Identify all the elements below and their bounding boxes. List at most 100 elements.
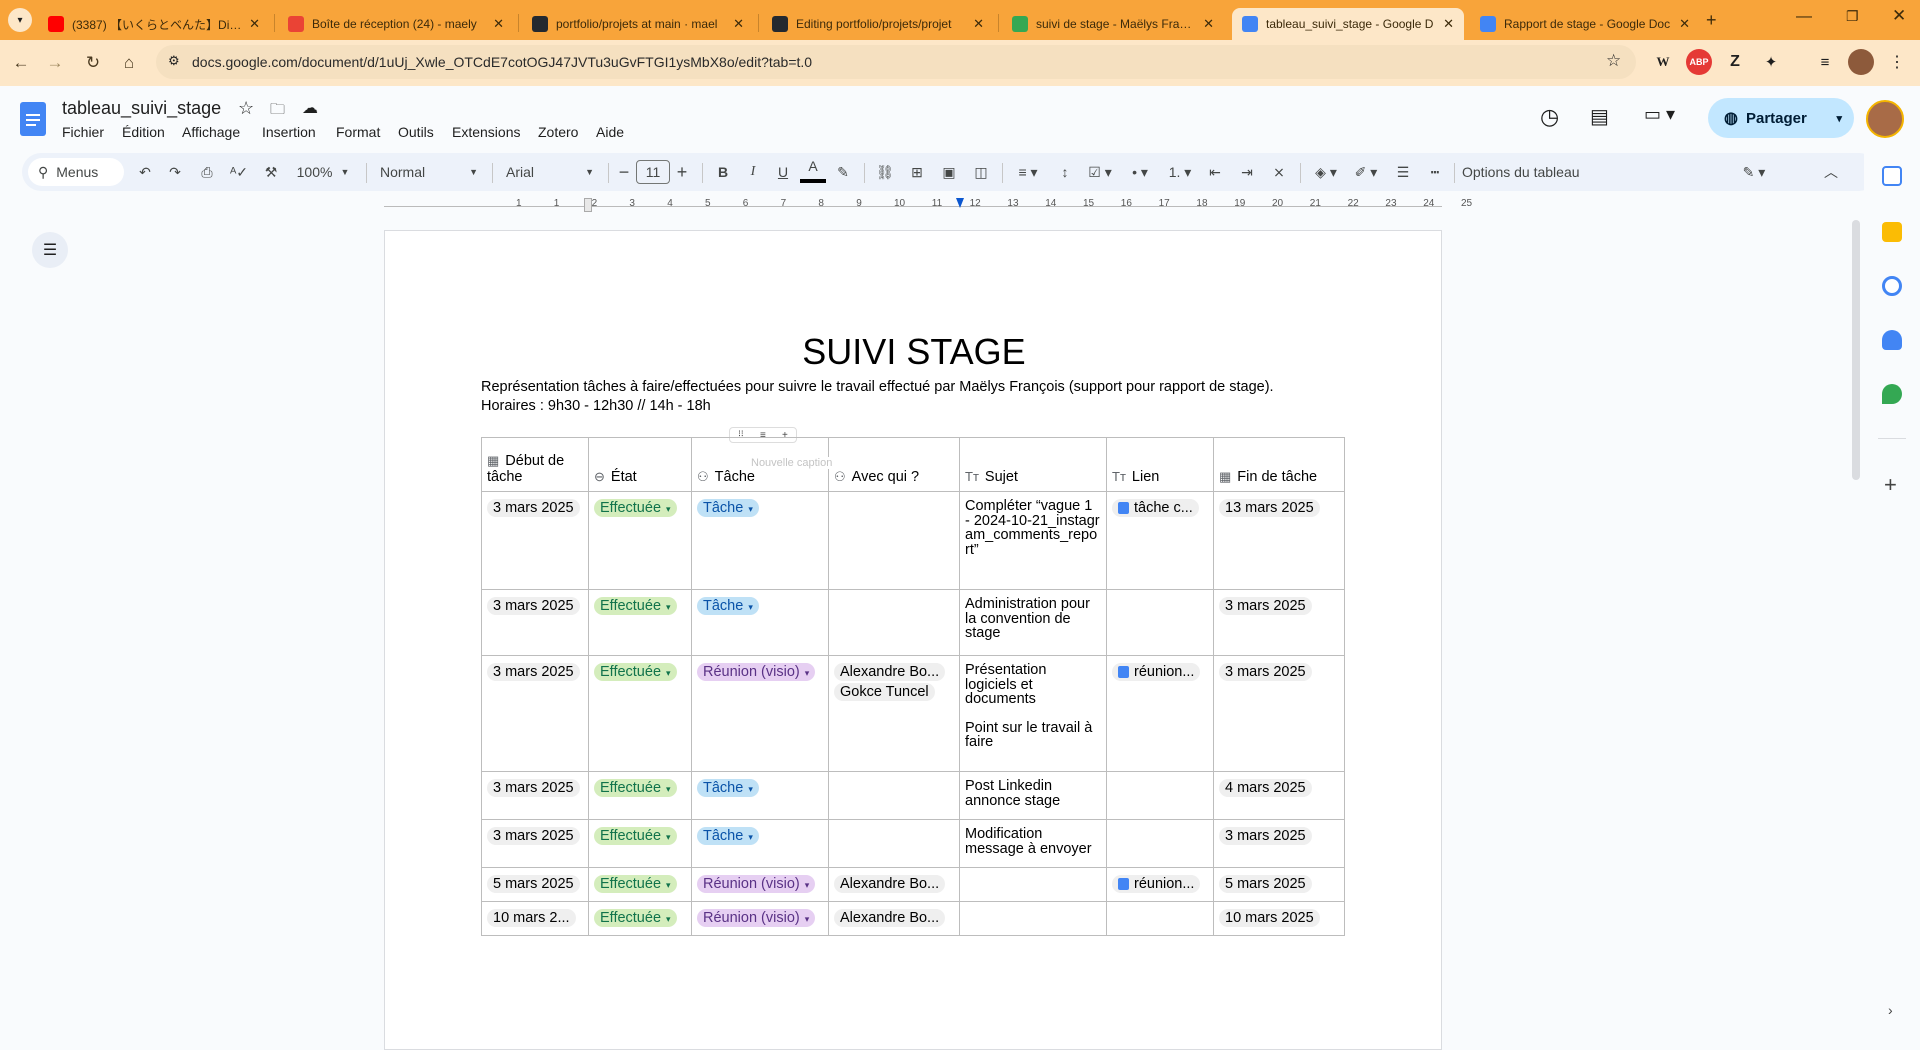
table-cell[interactable]: Effectuée ▾ [588,655,692,772]
increase-indent-icon[interactable]: ⇥ [1234,153,1260,191]
menu-fichier[interactable]: Fichier [62,124,104,140]
move-folder-icon[interactable]: 🗀 [270,99,285,124]
date-chip[interactable]: 3 mars 2025 [1219,597,1312,615]
menu-affichage[interactable]: Affichage [182,124,240,140]
close-tab-icon[interactable]: ✕ [1203,16,1214,32]
table-cell[interactable] [828,491,960,590]
add-addon-icon[interactable]: + [1884,472,1897,498]
table-cell[interactable]: Tâche ▾ [691,819,829,868]
maps-app-icon[interactable] [1882,384,1902,404]
table-cell[interactable]: 3 mars 2025 [481,589,589,656]
close-tab-icon[interactable]: ✕ [1679,16,1690,32]
task-type-chip[interactable]: Tâche ▾ [697,597,759,615]
table-options-button[interactable]: Options du tableau [1462,153,1592,191]
date-chip[interactable]: 13 mars 2025 [1219,499,1320,517]
insert-comment-icon[interactable]: ⊞ [904,153,930,191]
underline-button[interactable]: U [770,153,796,191]
home-button[interactable]: ⌂ [114,48,144,78]
close-window-button[interactable]: ✕ [1892,6,1906,26]
reload-button[interactable]: ↻ [78,48,108,78]
date-chip[interactable]: 10 mars 2025 [1219,909,1320,927]
back-button[interactable]: ← [6,48,36,78]
increase-font-size-button[interactable]: + [672,153,692,191]
table-cell[interactable]: Modification message à envoyer [959,819,1107,868]
table-cell[interactable]: 3 mars 2025 [1213,589,1345,656]
collapse-panel-icon[interactable]: › [1888,1002,1893,1018]
text-color-button[interactable]: A [800,153,826,183]
table-cell[interactable] [959,867,1107,902]
browser-tab-drive[interactable]: suivi de stage - Maëlys Françoi ✕ [1002,8,1224,40]
tracking-table[interactable]: ▦ Début de tâche ⊖ État ⚇ Tâche ⚇ Avec qui ? Tт S… [481,437,1345,936]
table-cell[interactable]: 10 mars 2025 [1213,901,1345,936]
zotero-extension-icon[interactable]: Z [1722,49,1748,75]
table-cell[interactable]: Effectuée ▾ [588,819,692,868]
table-cell[interactable]: 13 mars 2025 [1213,491,1345,590]
task-type-chip[interactable]: Réunion (visio) ▾ [697,909,816,927]
italic-button[interactable]: I [740,153,766,191]
table-cell[interactable] [1106,819,1214,868]
table-cell[interactable] [959,901,1107,936]
table-cell[interactable] [1106,901,1214,936]
font-size-input[interactable]: 11 [636,160,670,184]
share-dropdown-icon[interactable]: ▾ [1836,112,1842,125]
task-type-chip[interactable]: Réunion (visio) ▾ [697,663,816,681]
browser-tab-docs[interactable]: tableau_suivi_stage - Google D ✕ [1232,8,1464,40]
date-chip[interactable]: 5 mars 2025 [487,875,580,893]
table-cell[interactable]: Post Linkedin annonce stage [959,771,1107,820]
align-icon[interactable]: ≡ ▾ [1010,153,1046,191]
date-chip[interactable]: 3 mars 2025 [487,663,580,681]
menu-extensions[interactable]: Extensions [452,124,520,140]
table-cell[interactable]: Alexandre Bo... Gokce Tuncel [828,655,960,772]
person-chip[interactable]: Alexandre Bo... [834,663,946,681]
table-cell[interactable] [828,771,960,820]
table-cell[interactable] [1106,589,1214,656]
star-icon[interactable]: ☆ [238,98,254,119]
media-controls-icon[interactable]: ≡ [1812,49,1838,75]
doc-link-chip[interactable]: réunion... [1112,875,1201,893]
table-cell[interactable]: 5 mars 2025 [1213,867,1345,902]
line-spacing-icon[interactable]: ↕ [1052,153,1078,191]
print-icon[interactable]: ⎙ [194,153,220,191]
menu-zotero[interactable]: Zotero [538,124,578,140]
table-cell[interactable]: Réunion (visio) ▾ [691,867,829,902]
status-chip[interactable]: Effectuée ▾ [594,499,677,517]
doc-link-chip[interactable]: tâche c... [1112,499,1199,517]
date-chip[interactable]: 3 mars 2025 [487,499,580,517]
status-chip[interactable]: Effectuée ▾ [594,875,677,893]
border-width-icon[interactable]: ☰ [1390,153,1416,191]
calendar-app-icon[interactable] [1882,166,1902,186]
person-chip[interactable]: Gokce Tuncel [834,683,935,701]
status-chip[interactable]: Effectuée ▾ [594,827,677,845]
paint-format-icon[interactable]: ⚒ [258,153,284,191]
minimize-button[interactable]: — [1796,8,1812,26]
close-tab-icon[interactable]: ✕ [1443,16,1454,32]
document-outline-button[interactable]: ☰ [32,232,68,268]
site-info-icon[interactable]: ⚙ [168,53,180,69]
close-tab-icon[interactable]: ✕ [733,16,744,32]
table-cell[interactable] [828,589,960,656]
date-chip[interactable]: 3 mars 2025 [1219,663,1312,681]
spellcheck-icon[interactable]: ᴬ✓ [226,153,252,191]
table-cell[interactable]: Tâche ▾ [691,771,829,820]
zoom-select[interactable]: 100% ▼ [290,153,356,191]
doc-link-chip[interactable]: réunion... [1112,663,1201,681]
font-select[interactable]: Arial ▼ [500,153,600,191]
menu-outils[interactable]: Outils [398,124,434,140]
border-color-icon[interactable]: ✐ ▾ [1348,153,1384,191]
hide-menus-icon[interactable]: ︿ [1818,153,1844,191]
document-title[interactable]: tableau_suivi_stage [62,98,221,119]
user-avatar[interactable] [1866,100,1904,138]
close-tab-icon[interactable]: ✕ [249,16,260,32]
new-tab-button[interactable]: + [1706,10,1717,31]
table-cell[interactable]: Effectuée ▾ [588,901,692,936]
browser-tab-github[interactable]: portfolio/projets at main · mael ✕ [522,8,754,40]
decrease-indent-icon[interactable]: ⇤ [1202,153,1228,191]
decrease-font-size-button[interactable]: − [614,153,634,191]
document-page[interactable]: SUIVI STAGE Représentation tâches à fair… [384,230,1442,1050]
style-select[interactable]: Normal ▼ [374,153,484,191]
table-cell[interactable]: Effectuée ▾ [588,589,692,656]
browser-tab-docs[interactable]: Rapport de stage - Google Doc ✕ [1470,8,1700,40]
table-cell[interactable] [828,819,960,868]
table-cell[interactable]: Réunion (visio) ▾ [691,901,829,936]
table-cell[interactable]: Tâche ▾ [691,491,829,590]
